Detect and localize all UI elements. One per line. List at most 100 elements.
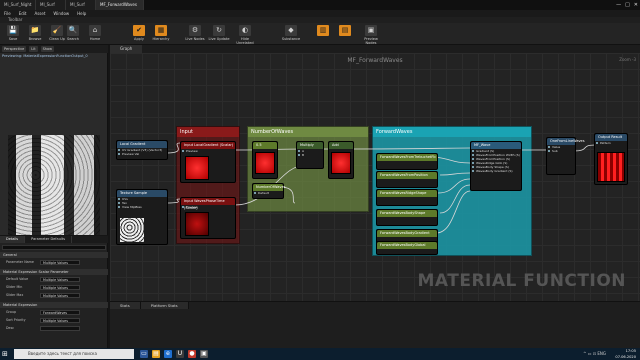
- preview-info: Previewing: MaterialExpressionFunctionOu…: [2, 54, 88, 58]
- node-add[interactable]: Add: [328, 141, 354, 179]
- menu-file[interactable]: File: [4, 10, 11, 17]
- document-tab[interactable]: MI_Surf: [66, 0, 96, 10]
- taskbar-search-input[interactable]: Введите здесь текст для поиска: [14, 349, 134, 359]
- node-number-of-waves[interactable]: NumberOfWaves Default: [252, 183, 285, 199]
- node-pin[interactable]: Preview: [181, 205, 235, 209]
- node-multiply[interactable]: Multiply A B: [296, 141, 324, 169]
- menu-edit[interactable]: Edit: [19, 10, 27, 17]
- preview-viewport[interactable]: Perspective Lit Show Previewing: Materia…: [0, 45, 108, 235]
- details-section-header[interactable]: Material Expression Scalar Parameter: [0, 269, 108, 275]
- property-value-field[interactable]: [40, 326, 80, 331]
- property-value-field[interactable]: Multiple Values: [40, 318, 80, 323]
- minimize-icon[interactable]: —: [616, 0, 621, 10]
- node-scalar-parameter[interactable]: ForwardWavesRidgeShape: [376, 189, 438, 206]
- node-local-gradient[interactable]: Local Gradient UV Gradient (V3) (Vector3…: [116, 140, 168, 160]
- toolbar-button-label: Home: [89, 37, 101, 41]
- node-pin[interactable]: WavesBody Gradient (S): [471, 169, 521, 173]
- property-value-field[interactable]: Multiple Values: [40, 293, 80, 298]
- toolbar-button-label: Hide Unrelated: [236, 37, 254, 45]
- lit-button[interactable]: Lit: [29, 46, 38, 52]
- material-preview-plane: [8, 135, 100, 235]
- node-one-from-line-waves[interactable]: OneFromLineWaves Value Sub: [546, 137, 585, 175]
- tab-platform-stats[interactable]: Platform Stats: [140, 302, 189, 309]
- apply-button[interactable]: ✔ Apply: [128, 24, 150, 44]
- node-pin[interactable]: Pattern: [595, 141, 627, 145]
- document-tab[interactable]: MI_Surf: [36, 0, 66, 10]
- tab-graph[interactable]: Graph: [110, 45, 143, 53]
- menu-window[interactable]: Window: [53, 10, 69, 17]
- preview-nodes-icon: ▣: [365, 25, 377, 36]
- node-constant[interactable]: 0.5: [252, 141, 278, 179]
- hierarchy-icon: ▦: [155, 25, 167, 36]
- search-button[interactable]: 🔍 Search: [62, 24, 84, 44]
- node-mf-wave[interactable]: MF_Wave Gradient (S) WavesFromPosition W…: [470, 141, 522, 191]
- maximize-icon[interactable]: □: [625, 0, 630, 10]
- node-pin[interactable]: Preview: [181, 149, 235, 153]
- system-tray[interactable]: ^ ▭ ⊡ ENG: [583, 348, 606, 360]
- node-scalar-parameter[interactable]: ForwardWavesFromTrebuchetFb: [376, 153, 438, 170]
- tab-parameter-defaults[interactable]: Parameter Defaults: [25, 236, 73, 243]
- hierarchy-button[interactable]: ▦ Hierarchy: [150, 24, 172, 44]
- node-scalar-parameter[interactable]: ForwardWavesBodyGlobal: [376, 241, 438, 255]
- menu-asset[interactable]: Asset: [34, 10, 45, 17]
- node-title: ForwardWavesFromPosition: [377, 172, 437, 179]
- material-graph[interactable]: MF_ForwardWaves Zoom -3 Input NumberOfWa…: [110, 53, 640, 301]
- property-value-field[interactable]: Multiple Values: [40, 277, 80, 282]
- task-view-icon[interactable]: ▭: [140, 350, 148, 358]
- file-explorer-icon[interactable]: ▤: [152, 350, 160, 358]
- clock[interactable]: 17:05 07.06.2020: [615, 348, 636, 360]
- preview-nodes-button[interactable]: ▣ Preview Nodes: [360, 24, 382, 45]
- windows-start-icon[interactable]: ⊞: [2, 350, 10, 358]
- substance-button[interactable]: ◆ Substance: [280, 24, 302, 44]
- details-section-header[interactable]: General: [0, 252, 108, 258]
- tab-stats[interactable]: Stats: [110, 302, 141, 309]
- windows-taskbar: ⊞ Введите здесь текст для поиска ▭ ▤ e U…: [0, 348, 640, 360]
- details-section-header[interactable]: Material Expression: [0, 302, 108, 308]
- node-scalar-parameter[interactable]: ForwardWavesFromPosition: [376, 171, 438, 188]
- node-title: NumberOfWaves: [253, 184, 285, 191]
- live-update-button[interactable]: ↻ Live Update: [208, 24, 230, 44]
- window-controls: — □ ✕: [616, 0, 638, 10]
- property-value-field[interactable]: Multiple Values: [40, 285, 80, 290]
- browse-button[interactable]: 📁 Browse: [24, 24, 46, 44]
- node-texture-sample[interactable]: Texture Sample UVs Tex View MipBias: [116, 189, 168, 245]
- node-pin[interactable]: Preview Val: [117, 152, 167, 156]
- platform-stats-button[interactable]: ▤: [334, 24, 356, 44]
- node-pin[interactable]: B: [297, 153, 323, 157]
- node-input-local-gradient[interactable]: Input LocalGradient (Scalar) Preview: [180, 141, 236, 183]
- home-button[interactable]: ⌂ Home: [84, 24, 106, 44]
- node-input-waves-phase-time[interactable]: Input WavesPhaseTime (Scalar) Preview: [180, 197, 236, 239]
- node-pin[interactable]: View MipBias: [117, 205, 167, 209]
- details-property-row: Parameter Name Multiple Values: [0, 259, 108, 266]
- document-tab-active[interactable]: MF_ForwardWaves: [96, 0, 144, 10]
- browser-icon[interactable]: e: [164, 350, 172, 358]
- details-search-input[interactable]: [2, 245, 106, 250]
- details-property-row: Default Value Multiple Values: [0, 276, 108, 283]
- menu-help[interactable]: Help: [77, 10, 86, 17]
- node-pin[interactable]: Sub: [547, 149, 575, 153]
- app-icon[interactable]: ▣: [200, 350, 208, 358]
- close-icon[interactable]: ✕: [634, 0, 638, 10]
- save-button[interactable]: 💾 Save: [2, 24, 24, 44]
- show-button[interactable]: Show: [40, 46, 55, 52]
- unreal-engine-icon[interactable]: U: [176, 350, 184, 358]
- stats-button[interactable]: ▥: [312, 24, 334, 44]
- node-pin[interactable]: Default: [253, 191, 283, 195]
- red-preview-swatch: [331, 152, 351, 174]
- live-nodes-button[interactable]: ⚙ Live Nodes: [184, 24, 206, 44]
- details-property-row: Slider Max Multiple Values: [0, 292, 108, 299]
- property-value-field[interactable]: Multiple Values: [40, 260, 80, 265]
- property-value-field[interactable]: ForwardWaves: [40, 310, 80, 315]
- app-icon[interactable]: ●: [188, 350, 196, 358]
- output-preview-swatch: [597, 152, 625, 182]
- hide-unrelated-button[interactable]: ◐ Hide Unrelated: [234, 24, 256, 45]
- node-output-result[interactable]: Output Result Pattern: [594, 133, 628, 185]
- tab-details[interactable]: Details: [0, 236, 26, 243]
- toolbar-button-label: Apply: [134, 37, 144, 41]
- property-label: Default Value: [6, 277, 29, 281]
- clock-date: 07.06.2020: [615, 355, 636, 359]
- perspective-button[interactable]: Perspective: [2, 46, 27, 52]
- node-scalar-parameter[interactable]: ForwardWavesBodyShape: [376, 209, 438, 226]
- document-tab[interactable]: Mi_Surf_Night: [0, 0, 36, 10]
- toolbar-button-label: Search: [66, 37, 80, 41]
